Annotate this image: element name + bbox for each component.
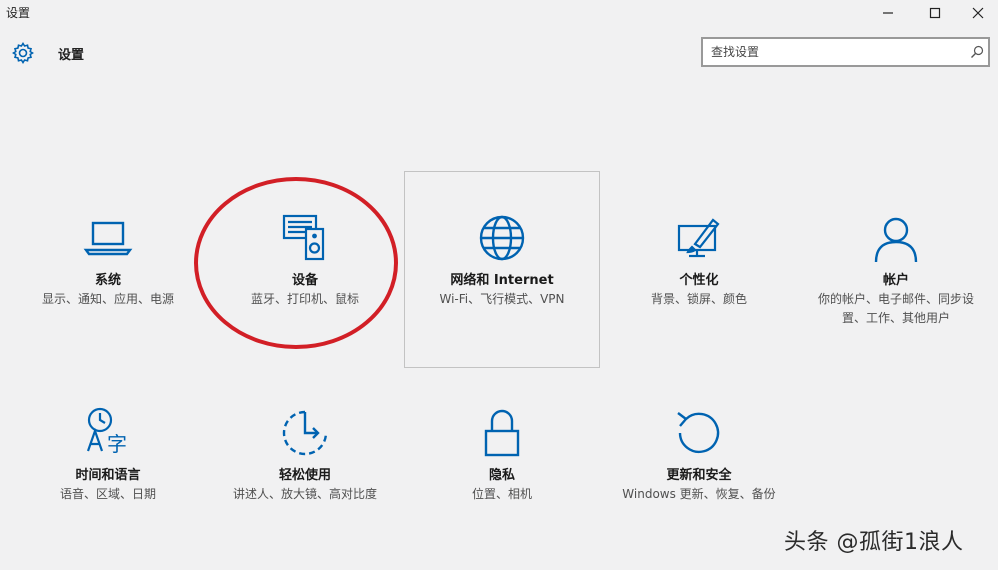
- category-description: 位置、相机: [471, 487, 532, 501]
- category-description: 语音、区域、日期: [59, 487, 156, 501]
- category-description: 显示、通知、应用、电源: [41, 292, 174, 306]
- category-time-language[interactable]: 字 时间和语言 语音、区域、日期: [10, 405, 206, 504]
- category-name: 个性化: [679, 273, 719, 288]
- category-personalization[interactable]: 个性化 背景、锁屏、颜色: [601, 210, 797, 309]
- category-name: 设备: [291, 273, 318, 288]
- category-privacy[interactable]: 隐私 位置、相机: [404, 405, 600, 504]
- category-accounts[interactable]: 帐户 你的帐户、电子邮件、同步设置、工作、其他用户: [798, 210, 994, 328]
- category-description: 你的帐户、电子邮件、同步设置、工作、其他用户: [818, 292, 975, 325]
- search-icon[interactable]: [966, 45, 988, 59]
- close-button[interactable]: [960, 2, 996, 24]
- watermark: 头条 @孤街1浪人: [784, 530, 964, 555]
- maximize-icon: [929, 7, 941, 19]
- window-title: 设置: [6, 6, 31, 20]
- category-name: 更新和安全: [666, 468, 732, 483]
- page-title: 设置: [58, 48, 85, 63]
- category-name: 帐户: [882, 273, 909, 288]
- update-icon: [677, 412, 720, 454]
- category-name: 时间和语言: [75, 468, 141, 483]
- devices-icon: [282, 214, 325, 261]
- gear-icon: [12, 42, 34, 64]
- minimize-icon: [883, 12, 893, 14]
- svg-text:字: 字: [107, 432, 127, 456]
- search-input[interactable]: [703, 45, 966, 59]
- category-description: Windows 更新、恢复、备份: [622, 487, 776, 501]
- category-name: 隐私: [488, 468, 515, 483]
- person-icon: [874, 217, 918, 263]
- personalization-icon: [677, 218, 720, 258]
- category-description: 蓝牙、打印机、鼠标: [250, 292, 359, 306]
- maximize-button[interactable]: [917, 2, 953, 24]
- ease-of-access-icon: [282, 410, 328, 456]
- category-network[interactable]: 网络和 Internet Wi-Fi、飞行模式、VPN: [404, 171, 600, 368]
- category-devices[interactable]: 设备 蓝牙、打印机、鼠标: [207, 210, 403, 309]
- category-name: 网络和 Internet: [450, 273, 554, 288]
- category-name: 系统: [94, 273, 121, 288]
- category-ease-of-access[interactable]: 轻松使用 讲述人、放大镜、高对比度: [207, 405, 403, 504]
- category-system[interactable]: 系统 显示、通知、应用、电源: [10, 210, 206, 309]
- category-description: Wi-Fi、飞行模式、VPN: [439, 292, 565, 306]
- category-description: 讲述人、放大镜、高对比度: [232, 487, 377, 501]
- close-icon: [972, 7, 984, 19]
- laptop-icon: [83, 221, 133, 256]
- globe-icon: [479, 215, 525, 261]
- category-description: 背景、锁屏、颜色: [650, 292, 747, 306]
- search-box[interactable]: [701, 37, 990, 67]
- category-update-security[interactable]: 更新和安全 Windows 更新、恢复、备份: [601, 405, 797, 504]
- minimize-button[interactable]: [870, 2, 906, 24]
- time-language-icon: 字: [86, 407, 127, 456]
- lock-icon: [484, 409, 520, 457]
- category-name: 轻松使用: [278, 468, 331, 483]
